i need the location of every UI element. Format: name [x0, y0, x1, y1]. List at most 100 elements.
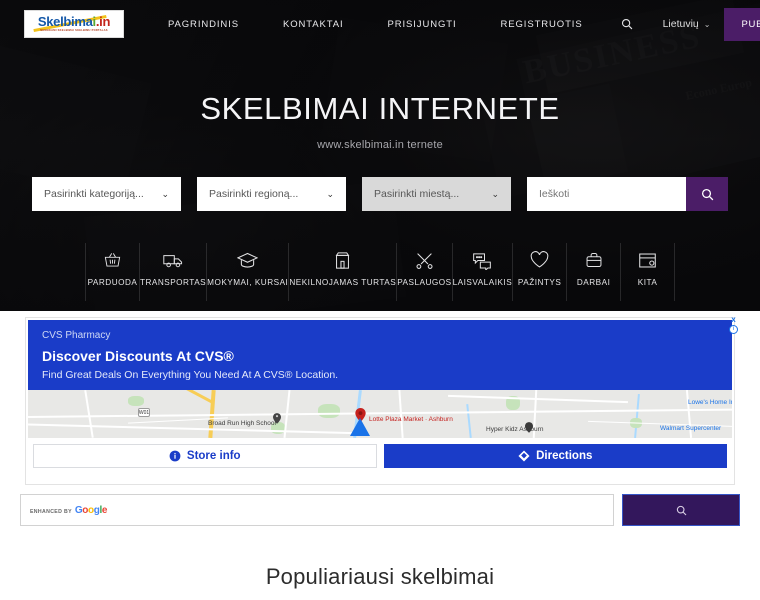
map-road — [28, 423, 368, 434]
map-label: Broad Run High School — [208, 420, 276, 427]
advertisement-block: x i CVS Pharmacy Discover Discounts At C… — [25, 316, 738, 485]
language-label: Lietuvių — [662, 18, 699, 30]
category-label: MOKYMAI, KURSAI — [207, 278, 289, 287]
directions-button[interactable]: Directions — [383, 444, 727, 468]
category-item-paslaugos[interactable]: PASLAUGOS — [397, 243, 453, 301]
nav-right-group: Lietuvių ⌄ PUBLIKUOTI SKELBIMĄ — [605, 7, 760, 41]
ad-controls: x i — [729, 316, 738, 334]
nav-links: PAGRINDINIS KONTAKTAI PRISIJUNGTI REGIST… — [146, 19, 605, 30]
ad-description: Find Great Deals On Everything You Need … — [42, 369, 339, 381]
page-title: SKELBIMAI INTERNETE — [200, 91, 560, 126]
enhanced-by-label: ENHANCED BY — [30, 508, 72, 515]
google-logo: Google — [75, 504, 108, 516]
ad-inner: CVS Pharmacy Discover Discounts At CVS® … — [28, 320, 732, 482]
logo-wordmark: Skelbimai.in — [37, 14, 111, 29]
map-road — [84, 390, 94, 438]
window-icon — [638, 245, 657, 275]
search-input[interactable] — [527, 177, 686, 211]
chevron-down-icon: ⌄ — [491, 188, 499, 199]
search-submit-button[interactable] — [686, 177, 728, 211]
search-icon — [701, 188, 713, 200]
hero-section: BUSINESS Econo Europ Skelbimai.in NEMOKA… — [0, 0, 760, 311]
heart-icon — [530, 245, 549, 275]
category-label: PARDUODA — [87, 278, 138, 287]
category-label: NEKILNOJAMAS TURTAS — [289, 278, 397, 287]
nav-link-prisijungti[interactable]: PRISIJUNGTI — [366, 19, 479, 30]
chevron-down-icon: ⌄ — [703, 19, 711, 29]
page-subtitle: www.skelbimai.in ternete — [317, 139, 443, 151]
chat-icon — [472, 245, 492, 275]
region-select-value: Pasirinkti regioną... — [209, 188, 299, 200]
category-label: KITA — [637, 278, 658, 287]
search-icon — [676, 505, 686, 515]
category-item-kita[interactable]: KITA — [621, 243, 676, 301]
nav-link-pagrindinis[interactable]: PAGRINDINIS — [146, 19, 261, 30]
category-item-laisvalaikis[interactable]: LAISVALAIKIS — [453, 243, 514, 301]
truck-icon — [162, 245, 184, 275]
ad-button-row: Store info Directions — [28, 438, 732, 473]
chevron-down-icon: ⌄ — [326, 188, 334, 199]
category-label: PAŽINTYS — [517, 278, 562, 287]
ad-headline: Discover Discounts At CVS® — [42, 348, 234, 364]
category-item-pazintys[interactable]: PAŽINTYS — [513, 243, 568, 301]
ad-brand: CVS Pharmacy — [42, 330, 111, 341]
city-select-value: Pasirinkti miestą... — [374, 188, 460, 200]
category-bar: PARDUODA TRANSPORTAS MOKYMAI, KURSAI NEK… — [85, 243, 676, 301]
search-box — [527, 177, 728, 211]
category-item-nekilnojamas-turtas[interactable]: NEKILNOJAMAS TURTAS — [289, 243, 398, 301]
map-route-shield: W01 — [138, 408, 150, 417]
ad-map[interactable]: W01 Broad Run High School Lotte Plaza Ma… — [28, 390, 732, 438]
map-water — [634, 393, 640, 438]
category-label: DARBAI — [576, 278, 611, 287]
site-logo[interactable]: Skelbimai.in NEMOKAMI SKELBIMAI SKELBIMU… — [24, 10, 124, 38]
google-logo-e: e — [101, 504, 108, 516]
store-info-button[interactable]: Store info — [33, 444, 377, 468]
chevron-down-icon: ⌄ — [161, 188, 169, 199]
logo-tagline: NEMOKAMI SKELBIMAI SKELBIMU PORTALAS — [40, 29, 108, 32]
search-icon[interactable] — [605, 18, 649, 30]
nav-link-kontaktai[interactable]: KONTAKTAI — [261, 19, 366, 30]
category-select[interactable]: Pasirinkti kategoriją... ⌄ — [32, 177, 181, 211]
logo-text-part1: Skelbima — [37, 14, 93, 29]
region-select[interactable]: Pasirinkti regioną... ⌄ — [197, 177, 346, 211]
map-label: Lotte Plaza Market · Ashburn — [369, 416, 453, 423]
graduation-cap-icon — [237, 245, 259, 275]
info-icon — [169, 450, 181, 462]
category-item-darbai[interactable]: DARBAI — [567, 243, 622, 301]
category-item-mokymai-kursai[interactable]: MOKYMAI, KURSAI — [207, 243, 290, 301]
map-park — [128, 396, 144, 406]
ad-header[interactable]: CVS Pharmacy Discover Discounts At CVS® … — [28, 320, 732, 390]
category-label: LAISVALAIKIS — [452, 278, 513, 287]
city-select[interactable]: Pasirinkti miestą... ⌄ — [362, 177, 511, 211]
directions-icon — [518, 450, 530, 462]
google-search-button[interactable] — [622, 494, 740, 526]
nav-link-registruotis[interactable]: REGISTRUOTIS — [479, 19, 605, 30]
briefcase-icon — [585, 245, 603, 275]
search-filter-row: Pasirinkti kategoriją... ⌄ Pasirinkti re… — [32, 177, 728, 211]
basket-icon — [103, 245, 122, 275]
map-pin-beam — [350, 418, 370, 436]
category-item-transportas[interactable]: TRANSPORTAS — [139, 243, 208, 301]
logo-text-part2: .in — [95, 14, 111, 29]
info-icon[interactable]: i — [729, 325, 738, 334]
map-label: Hyper Kidz Ashburn — [486, 426, 544, 433]
map-road-major — [177, 390, 215, 405]
store-info-label: Store info — [186, 450, 241, 462]
map-water — [466, 403, 472, 438]
map-label: Walmart Supercenter — [660, 425, 722, 432]
google-branding: ENHANCED BY Google — [30, 505, 107, 516]
category-item-parduoda[interactable]: PARDUODA — [85, 243, 140, 301]
hero-body: SKELBIMAI INTERNETE www.skelbimai.in ter… — [0, 48, 760, 151]
building-icon — [334, 245, 351, 275]
directions-label: Directions — [536, 450, 593, 462]
google-search-row: ENHANCED BY Google — [20, 494, 740, 526]
category-label: TRANSPORTAS — [139, 278, 207, 287]
top-navbar: Skelbimai.in NEMOKAMI SKELBIMAI SKELBIMU… — [0, 0, 760, 48]
close-icon[interactable]: x — [731, 316, 735, 324]
popular-listings-heading: Populiariausi skelbimai — [265, 564, 495, 589]
map-label: Lowe's Home Improvement — [688, 399, 732, 406]
language-selector[interactable]: Lietuvių ⌄ — [649, 18, 725, 30]
tools-icon — [415, 245, 434, 275]
google-search-input-wrap[interactable]: ENHANCED BY Google — [20, 494, 614, 526]
publish-listing-button[interactable]: PUBLIKUOTI SKELBIMĄ — [724, 7, 760, 41]
